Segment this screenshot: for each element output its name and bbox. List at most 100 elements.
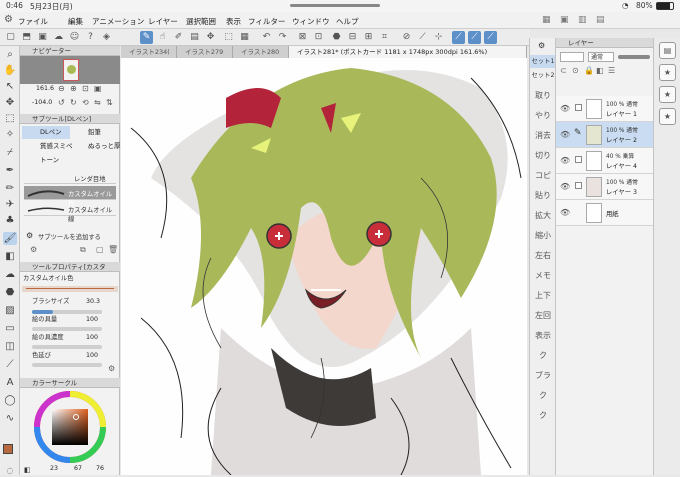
visibility-eye-icon[interactable]: 👁 <box>560 130 570 139</box>
transform-icon[interactable]: ⊡ <box>312 31 325 44</box>
brush-icon[interactable]: ✐ <box>172 31 185 44</box>
quick-item[interactable]: 左回 <box>532 306 554 326</box>
layer-list-icon[interactable]: ☰ <box>608 66 615 75</box>
correct-line-tool-icon[interactable]: ∿ <box>3 412 17 425</box>
decoration-tool-icon[interactable]: ♣ <box>3 214 17 227</box>
actual-size-icon[interactable]: ▣ <box>94 84 102 93</box>
invert-icon[interactable]: ⊞ <box>362 31 375 44</box>
cloud-icon[interactable]: ☁ <box>52 31 65 44</box>
menu-layer[interactable]: レイヤー <box>148 16 178 27</box>
brush-item-oil-color[interactable]: カスタムオイル色 <box>24 186 116 207</box>
blend-tool-icon[interactable]: ☁ <box>3 268 17 281</box>
quick-item[interactable]: コピ <box>532 166 554 186</box>
pen-mode-icon[interactable]: ✎ <box>140 31 153 44</box>
quick-item[interactable]: 表示 <box>532 326 554 346</box>
quick-set-1[interactable]: セット1 <box>530 55 556 68</box>
subtool-pencil[interactable]: 鉛筆 <box>70 126 118 139</box>
new-icon[interactable]: ▢ <box>4 31 17 44</box>
brush-item-oil-line[interactable]: カスタムオイル線 <box>24 202 116 223</box>
quick-item[interactable]: ク <box>532 346 554 366</box>
layer-row-4[interactable]: 👁 40 % 乗算 レイヤー 4 <box>556 148 654 174</box>
prop-value-color-stretch[interactable]: 100 <box>86 350 98 362</box>
snap-off-icon[interactable]: ⊘ <box>400 31 413 44</box>
visibility-eye-icon[interactable]: 👁 <box>560 104 570 113</box>
quick-item[interactable]: 上下 <box>532 286 554 306</box>
paint-amount-slider[interactable] <box>32 327 102 331</box>
settings-gear-icon[interactable]: ⚙ <box>4 14 13 25</box>
layer-row-3[interactable]: 👁 100 % 通常 レイヤー 3 <box>556 174 654 200</box>
menu-selection[interactable]: 選択範囲 <box>186 16 216 27</box>
save-icon[interactable]: ▣ <box>36 31 49 44</box>
layer-row-1[interactable]: 👁 100 % 通常 レイヤー 1 <box>556 96 654 122</box>
auto-select-tool-icon[interactable]: ✧ <box>3 128 17 141</box>
operation-tool-icon[interactable]: ↖ <box>3 80 17 93</box>
subtool-delete-icon[interactable]: 🗑 <box>108 245 118 254</box>
zoom-in-icon[interactable]: ⊕ <box>70 84 77 93</box>
toolprop-header[interactable]: ツールプロパティ[カスタ <box>20 262 120 272</box>
quick-item[interactable]: メモ <box>532 266 554 286</box>
menu-filter[interactable]: フィルター <box>248 16 285 27</box>
drawing-canvas[interactable] <box>121 58 527 475</box>
color-stretch-slider[interactable] <box>32 363 102 367</box>
opacity-slider[interactable] <box>618 55 650 59</box>
pen-tool-icon[interactable]: ✒ <box>3 164 17 177</box>
quick-set-2[interactable]: セット2 <box>530 69 556 82</box>
layer-icon[interactable]: ▤ <box>188 31 201 44</box>
open-icon[interactable]: ⬒ <box>20 31 33 44</box>
prop-value-paint-density[interactable]: 100 <box>86 332 98 344</box>
subtool-header[interactable]: サブツール[DLペン] <box>20 114 120 124</box>
blend-mode-select[interactable]: 通常 <box>588 52 614 62</box>
fit-icon[interactable]: ⊡ <box>82 84 89 93</box>
balloon-tool-icon[interactable]: ◯ <box>3 394 17 407</box>
tab-illust-279[interactable]: イラスト279 <box>177 46 233 58</box>
snap-special-icon[interactable]: ⊹ <box>432 31 445 44</box>
flip-v-icon[interactable]: ⇅ <box>106 98 113 107</box>
transparent-color-icon[interactable]: ◌ <box>3 464 17 477</box>
move-tool-icon[interactable]: ✋ <box>3 64 17 77</box>
menu-view[interactable]: 表示 <box>226 16 241 27</box>
menu-edit[interactable]: 編集 <box>68 16 83 27</box>
paint-density-slider[interactable] <box>32 345 102 349</box>
tab-illust-280[interactable]: イラスト280 <box>233 46 289 58</box>
lock-icon[interactable]: 🔒 <box>584 66 594 75</box>
layer-checkbox[interactable] <box>575 156 582 163</box>
tutorial-icon[interactable]: ? <box>84 31 97 44</box>
visibility-eye-icon[interactable]: 👁 <box>560 208 570 217</box>
prop-value-brush-size[interactable]: 30.3 <box>86 296 100 308</box>
menu-animation[interactable]: アニメーション <box>92 16 144 27</box>
quick-item[interactable]: 拡大 <box>532 206 554 226</box>
main-color-swatch[interactable] <box>3 444 13 454</box>
snap-ruler-icon[interactable]: ⟋ <box>416 31 429 44</box>
layer-row-paper[interactable]: 👁 用紙 <box>556 200 654 226</box>
zoom-out-icon[interactable]: ⊖ <box>58 84 65 93</box>
eyedropper-tool-icon[interactable]: ⌿ <box>3 146 17 159</box>
stabilizer-2-icon[interactable]: ⟋ <box>468 31 481 44</box>
redo-icon[interactable]: ↷ <box>276 31 289 44</box>
menu-help[interactable]: ヘルプ <box>336 16 359 27</box>
flip-h-icon[interactable]: ⇋ <box>94 98 101 107</box>
clip-icon[interactable]: ⊂ <box>560 66 567 75</box>
subtool-copy-icon[interactable]: ⧉ <box>80 245 86 255</box>
text-tool-icon[interactable]: A <box>3 376 17 389</box>
color-circle-header[interactable]: カラーサークル <box>20 378 120 388</box>
ruler-icon[interactable]: ▥ <box>578 15 587 25</box>
quick-item[interactable]: 縮小 <box>532 226 554 246</box>
navigator-preview[interactable] <box>20 56 120 84</box>
fill-icon[interactable]: ⬣ <box>330 31 343 44</box>
move-icon[interactable]: ✥ <box>204 31 217 44</box>
tab-illust-234[interactable]: イラスト234( <box>121 46 177 58</box>
navigator-header[interactable]: ナビゲーター <box>20 46 120 56</box>
material-star-icon[interactable]: ★ <box>659 64 676 81</box>
layer-header[interactable]: レイヤー <box>556 38 654 48</box>
quick-item[interactable]: 左右 <box>532 246 554 266</box>
subtool-new-icon[interactable]: ▢ <box>96 245 104 254</box>
layer-property-icon[interactable]: ▤ <box>659 42 676 59</box>
quick-item[interactable]: 取り <box>532 86 554 106</box>
touch-gesture-icon[interactable]: ☝ <box>156 31 169 44</box>
palette-icon[interactable]: ▤ <box>596 15 605 25</box>
visibility-eye-icon[interactable]: 👁 <box>560 156 570 165</box>
airbrush-tool-icon[interactable]: ✈ <box>3 198 17 211</box>
zoom-tool-icon[interactable]: ⌕ <box>3 48 17 61</box>
eraser-tool-icon[interactable]: ◧ <box>3 250 17 263</box>
material-star-icon[interactable]: ★ <box>659 108 676 125</box>
